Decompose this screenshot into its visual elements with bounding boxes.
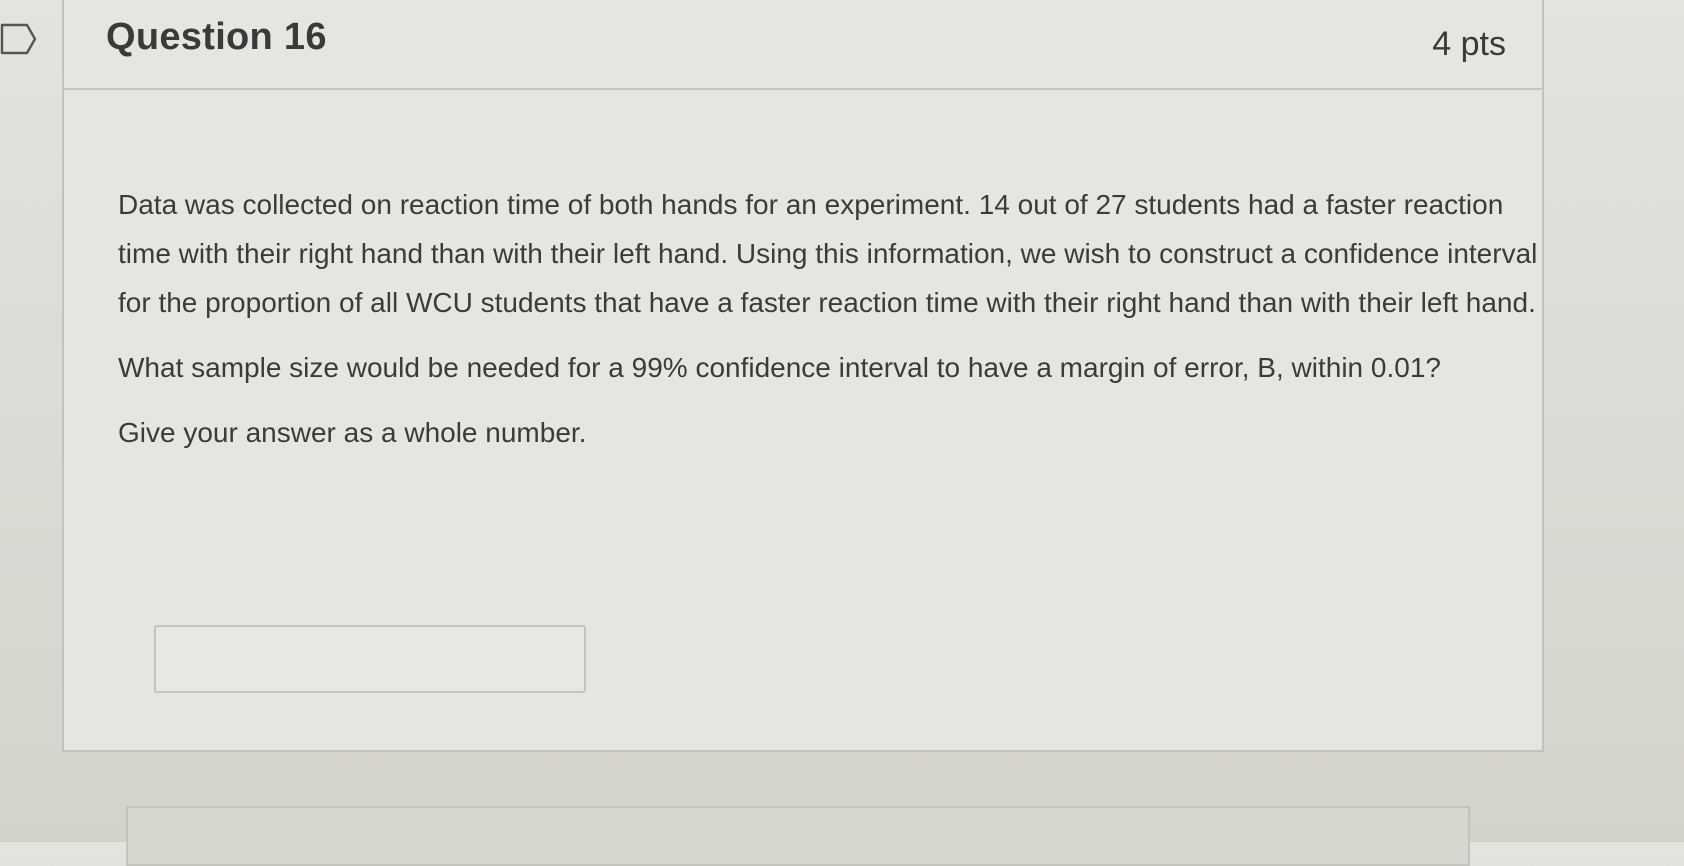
question-title: Question 16 (106, 16, 327, 58)
question-card: Question 16 4 pts Data was collected on … (62, 0, 1544, 752)
question-text: Data was collected on reaction time of b… (118, 180, 1548, 457)
question-header: Question 16 4 pts (64, 0, 1542, 90)
question-paragraph-instruction: Give your answer as a whole number. (118, 417, 587, 448)
next-question-card (126, 806, 1470, 866)
question-points: 4 pts (1432, 25, 1506, 63)
question-paragraph-prompt: What sample size would be needed for a 9… (118, 352, 1441, 383)
flag-question-icon[interactable] (0, 22, 38, 56)
question-paragraph-context: Data was collected on reaction time of b… (118, 189, 1538, 318)
answer-input[interactable] (154, 625, 586, 693)
